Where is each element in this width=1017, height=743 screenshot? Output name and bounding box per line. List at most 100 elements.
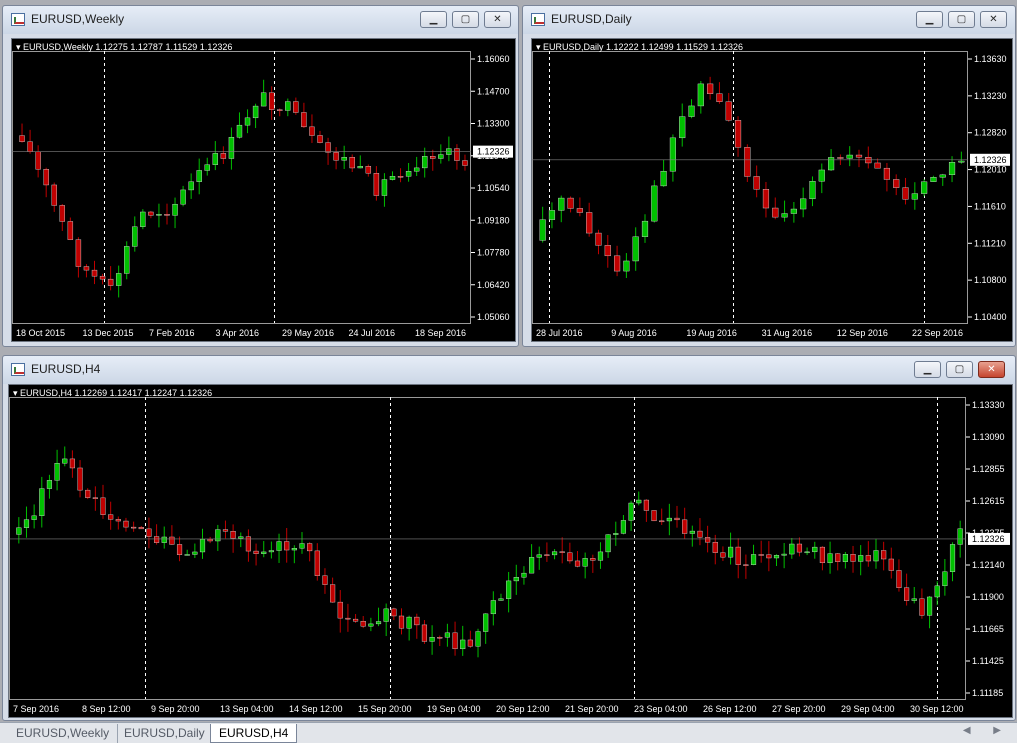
candle-body	[753, 176, 760, 190]
candle-body	[43, 169, 49, 186]
candle-body	[238, 536, 244, 539]
close-icon[interactable]: ✕	[980, 11, 1007, 28]
candle-body	[613, 533, 619, 535]
date-label: 9 Sep 20:00	[151, 704, 200, 714]
tab-eurusd-daily[interactable]: EURUSD,Daily	[116, 724, 214, 743]
candle-body	[146, 528, 152, 537]
price-label: 1.13090	[972, 432, 1005, 442]
date-label: 31 Aug 2016	[762, 328, 813, 338]
window-titlebar[interactable]: EURUSD,Weekly ▁ ▢ ✕	[3, 6, 518, 34]
candle-body	[697, 83, 704, 107]
candle-body	[842, 554, 848, 562]
tab-eurusd-weekly[interactable]: EURUSD,Weekly	[8, 724, 119, 743]
candle-body	[623, 260, 630, 272]
candle-body	[330, 584, 336, 603]
candle-body	[164, 214, 170, 216]
candle-body	[855, 154, 863, 158]
candle-body	[107, 278, 114, 286]
window-daily[interactable]: EURUSD,Daily ▁ ▢ ✕ 1.13630 1.13230 1.12820…	[522, 5, 1016, 347]
candle-body	[422, 156, 428, 169]
date-label: 23 Sep 04:00	[634, 704, 688, 714]
window-titlebar[interactable]: EURUSD,Daily ▁ ▢ ✕	[523, 6, 1015, 34]
minimize-icon[interactable]: ▁	[916, 11, 943, 28]
tab-eurusd-h4[interactable]: EURUSD,H4	[210, 724, 298, 743]
candle-body	[669, 137, 676, 172]
candle-body	[341, 157, 347, 161]
candle-body	[819, 546, 825, 564]
candle-body	[199, 538, 206, 553]
chart-h4[interactable]: 1.133301.130901.128551.126151.123751.121…	[8, 384, 1013, 718]
candle-body	[641, 220, 649, 237]
candle-body	[679, 116, 686, 139]
close-icon[interactable]: ✕	[484, 11, 511, 28]
candle-body	[215, 529, 221, 542]
candle-body	[544, 554, 550, 556]
date-label: 18 Oct 2015	[16, 328, 65, 338]
candle-body	[558, 197, 565, 211]
candle-body	[620, 520, 627, 534]
close-icon[interactable]: ✕	[978, 361, 1005, 378]
window-titlebar[interactable]: EURUSD,H4 ▁ ▢ ✕	[3, 356, 1015, 384]
chart-window-icon	[531, 13, 545, 26]
window-h4[interactable]: EURUSD,H4 ▁ ▢ ✕ 1.13330 1.13090 1.12855 1.1…	[2, 355, 1016, 721]
price-label: 1.12615	[972, 496, 1005, 506]
date-label: 13 Dec 2015	[83, 328, 134, 338]
candle-body	[230, 531, 236, 539]
candle-body	[689, 530, 695, 534]
candle-body	[873, 550, 879, 562]
minimize-icon[interactable]: ▁	[914, 361, 941, 378]
maximize-icon[interactable]: ▢	[948, 11, 975, 28]
candle-body	[138, 527, 144, 530]
date-label: 7 Sep 2016	[13, 704, 59, 714]
candle-body	[268, 92, 275, 110]
maximize-icon[interactable]: ▢	[946, 361, 973, 378]
candle-body	[100, 497, 106, 515]
candle-body	[444, 632, 450, 638]
candle-body	[513, 577, 519, 582]
candle-body	[85, 489, 91, 498]
candle-body	[124, 246, 130, 274]
candle-body	[252, 105, 259, 119]
candle-body	[260, 92, 267, 107]
candle-body	[827, 553, 833, 564]
candle-body	[716, 93, 723, 102]
candle-body	[674, 517, 680, 521]
candle-body	[156, 214, 162, 216]
window-title: EURUSD,H4	[31, 362, 101, 376]
candle-body	[299, 543, 305, 549]
candle-body	[919, 598, 925, 616]
candle-body	[184, 554, 190, 556]
candle-body	[51, 184, 57, 206]
current-price-label: 1.12326	[972, 534, 1005, 544]
chart-window-icon	[11, 363, 25, 376]
candle-body	[108, 514, 114, 520]
candle-body	[325, 142, 331, 153]
candle-body	[604, 245, 611, 257]
candle-body	[911, 598, 917, 601]
price-label: 1.13330	[972, 400, 1005, 410]
chart-canvas: 1.133301.130901.128551.126151.123751.121…	[9, 397, 1010, 714]
price-label: 1.10800	[974, 275, 1007, 285]
candle-body	[750, 554, 757, 565]
candle-body	[559, 551, 565, 553]
maximize-icon[interactable]: ▢	[452, 11, 479, 28]
candle-body	[357, 166, 363, 169]
candle-body	[375, 621, 382, 625]
candle-body	[911, 193, 918, 200]
candle-body	[529, 557, 535, 574]
candle-body	[666, 517, 672, 522]
candle-body	[628, 502, 634, 521]
candle-body	[438, 154, 444, 159]
tab-scroll-arrows[interactable]: ◀ ▶	[963, 725, 1011, 736]
window-weekly[interactable]: EURUSD,Weekly ▁ ▢ ✕ 1.16060 1.14700 1.1330…	[2, 5, 519, 347]
candle-body	[475, 631, 481, 647]
candle-body	[893, 179, 900, 188]
date-label: 9 Aug 2016	[611, 328, 657, 338]
chart-daily[interactable]: 1.13630 1.13230 1.12820 1.12010 1.11610 1.112…	[531, 38, 1013, 342]
candle-body	[91, 269, 98, 277]
date-label: 28 Jul 2016	[536, 328, 583, 338]
candle-body	[660, 171, 667, 187]
candle-body	[812, 546, 818, 553]
chart-weekly[interactable]: 1.160601.147001.133001.119401.105401.091…	[11, 38, 516, 342]
minimize-icon[interactable]: ▁	[420, 11, 447, 28]
